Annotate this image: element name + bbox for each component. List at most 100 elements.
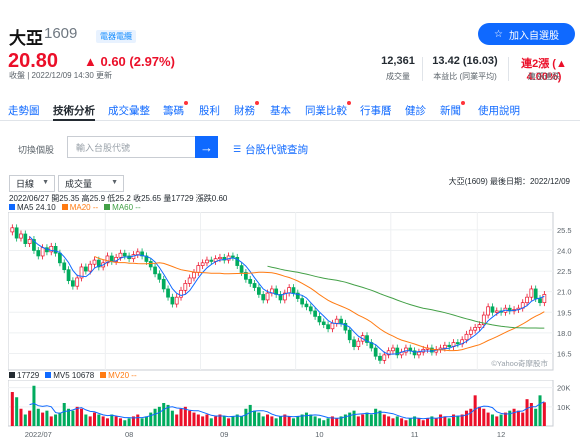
y-tick-label: 16.5 <box>557 350 572 359</box>
volume-bar <box>214 416 218 426</box>
volume-bar <box>257 412 261 426</box>
stock-name: 大亞 <box>9 29 43 48</box>
new-dot <box>461 101 465 105</box>
volume-bar <box>521 412 525 426</box>
tab-financial[interactable]: 財務 <box>234 101 259 118</box>
volume-bar <box>304 412 308 426</box>
candle <box>71 280 75 287</box>
volume-bar <box>382 414 386 426</box>
volume-bar <box>287 416 291 426</box>
volume-bar <box>101 416 105 426</box>
tab-chart[interactable]: 走勢圖 <box>8 103 40 118</box>
volume-bar <box>266 414 270 426</box>
candle <box>239 265 244 273</box>
ma60-line <box>267 265 545 329</box>
volume-bar <box>149 412 153 426</box>
volume-bar <box>261 416 265 426</box>
volume-bar <box>244 408 248 426</box>
vol-tick-label: 10K <box>557 403 570 412</box>
candle <box>525 296 529 304</box>
x-tick-label: 2022/07 <box>25 430 52 439</box>
industry-badge[interactable]: 電器電纜 <box>96 30 136 43</box>
add-watchlist-button[interactable]: ☆ 加入自選股 <box>478 23 575 45</box>
candle <box>40 247 45 257</box>
tab-basic[interactable]: 基本 <box>270 103 291 118</box>
candle <box>287 287 292 294</box>
tab-chips[interactable]: 籌碼 <box>163 101 188 118</box>
candle <box>494 310 499 313</box>
candle <box>382 354 387 361</box>
volume-bar <box>486 412 490 426</box>
volume-bar <box>296 416 300 426</box>
candle <box>183 283 188 291</box>
stat-divider <box>422 57 423 81</box>
volume-bar <box>80 408 84 426</box>
volume-bar <box>456 416 460 426</box>
candle <box>209 259 214 262</box>
tab-health[interactable]: 健診 <box>405 103 426 118</box>
volume-bar <box>421 420 425 426</box>
tab-technical[interactable]: 技術分析 <box>53 103 95 121</box>
stock-search-input[interactable]: 輸入台股代號 <box>67 136 195 158</box>
volume-bar <box>196 414 200 426</box>
volume-bar <box>391 418 395 426</box>
volume-bar <box>105 418 109 426</box>
candle <box>62 262 67 271</box>
candle <box>417 351 421 356</box>
new-dot <box>347 101 351 105</box>
volume-bar <box>516 410 520 426</box>
watermark: ©Yahoo奇摩股市 <box>491 358 548 368</box>
search-submit-button[interactable]: → <box>195 136 218 158</box>
candle <box>538 298 542 304</box>
volume-bar <box>192 412 196 426</box>
candle <box>66 269 71 282</box>
candle <box>347 329 352 341</box>
volume-bar <box>477 406 481 426</box>
candlestick-chart[interactable]: 16.5 18.0 19.5 21.0 22.5 24.0 25.5 ©Yahoo奇摩股市 <box>8 212 572 372</box>
vol-legend: 17729 <box>9 371 39 380</box>
volume-bar <box>179 408 183 426</box>
candle <box>455 342 460 345</box>
volume-bar <box>114 416 118 426</box>
tab-news[interactable]: 新聞 <box>440 101 465 118</box>
candle <box>109 255 114 262</box>
x-tick-label: 10 <box>315 430 323 439</box>
mv20-legend: MV20 -- <box>100 371 137 380</box>
volume-bar <box>209 418 213 426</box>
x-tick-label: 11 <box>411 430 419 439</box>
indicator-select[interactable]: 成交量 ▼ <box>58 175 124 192</box>
volume-bar <box>253 410 257 426</box>
add-watchlist-label: 加入自選股 <box>508 30 559 42</box>
volume-bar <box>188 410 192 426</box>
volume-bar <box>127 418 131 426</box>
volume-bar <box>170 410 174 426</box>
volume-label: 成交量 <box>386 72 410 81</box>
candle <box>339 318 343 324</box>
pe-value: 13.42 (16.03) <box>432 55 498 67</box>
volume-bar <box>447 418 451 426</box>
tab-peers[interactable]: 同業比較 <box>305 101 351 118</box>
volume-chart[interactable]: 20K 10K 2022/07 08 09 10 11 12 <box>8 380 572 442</box>
candle <box>464 333 469 341</box>
ma60-legend: MA60 -- <box>104 203 141 212</box>
tab-trades[interactable]: 成交彙整 <box>108 103 150 118</box>
y-tick-label: 25.5 <box>557 226 572 235</box>
candle <box>187 277 192 284</box>
candle <box>92 259 97 265</box>
code-lookup-link[interactable]: 台股代號查詢 <box>245 142 308 157</box>
candle <box>447 344 452 347</box>
candle <box>373 347 378 357</box>
ma-legend: MA5 24.10 MA20 -- MA60 -- <box>9 203 141 212</box>
candle <box>529 288 534 298</box>
tab-dividend[interactable]: 股利 <box>199 103 220 118</box>
tab-help[interactable]: 使用說明 <box>478 103 520 118</box>
volume-bar <box>274 418 278 426</box>
volume-value: 12,361 <box>381 55 415 67</box>
chevron-down-icon: ▼ <box>111 179 118 186</box>
chevron-down-icon: ▼ <box>42 179 49 186</box>
period-select[interactable]: 日線 ▼ <box>9 175 55 192</box>
ma20-legend: MA20 -- <box>61 203 98 212</box>
tab-calendar[interactable]: 行事曆 <box>360 103 392 118</box>
candle <box>317 316 322 323</box>
candle <box>23 233 28 244</box>
